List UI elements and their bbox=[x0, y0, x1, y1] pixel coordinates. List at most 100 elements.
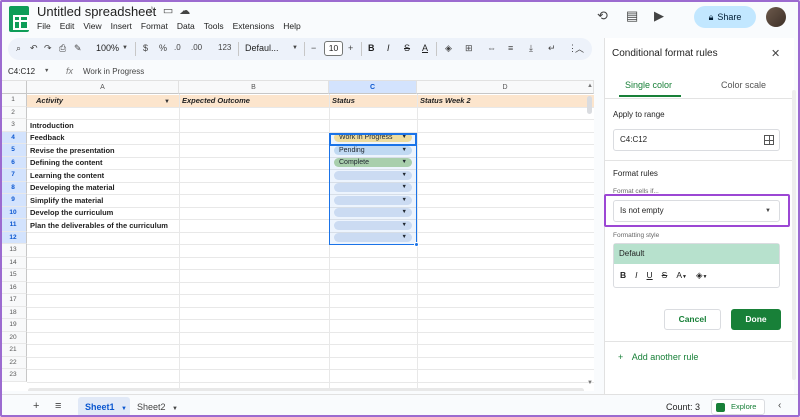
row-header[interactable]: 7 bbox=[0, 169, 27, 182]
tab-sheet1[interactable]: Sheet1 ▼ bbox=[78, 397, 130, 417]
horizontal-align-icon[interactable]: ≡ bbox=[508, 43, 513, 53]
cell-b1[interactable]: Expected Outcome bbox=[179, 95, 250, 108]
range-input[interactable]: C4:C12 bbox=[613, 129, 780, 151]
cell-a4[interactable]: Feedback bbox=[27, 132, 65, 145]
cell-a5[interactable]: Revise the presentation bbox=[27, 145, 115, 158]
cell-a3[interactable]: Introduction bbox=[27, 120, 74, 133]
move-folder-icon[interactable]: ▭ bbox=[163, 5, 179, 17]
row-header[interactable]: 11 bbox=[0, 219, 27, 232]
row-header[interactable]: 8 bbox=[0, 181, 27, 194]
close-icon[interactable]: ✕ bbox=[771, 47, 780, 60]
cell-c1[interactable]: Status bbox=[329, 95, 355, 108]
style-italic-button[interactable]: I bbox=[635, 270, 637, 281]
all-sheets-icon[interactable]: ≡ bbox=[55, 400, 61, 412]
row-header[interactable]: 5 bbox=[0, 144, 27, 157]
menu-file[interactable]: File bbox=[37, 21, 51, 31]
row-header[interactable]: 10 bbox=[0, 206, 27, 219]
column-header-b[interactable]: B bbox=[179, 81, 329, 94]
vertical-scrollbar[interactable] bbox=[587, 96, 592, 114]
style-fill-color-icon[interactable]: ◈▼ bbox=[696, 270, 708, 281]
name-box-chevron-down-icon[interactable]: ▼ bbox=[44, 68, 49, 74]
text-color-button[interactable]: A bbox=[422, 43, 428, 53]
row-header[interactable]: 2 bbox=[0, 106, 27, 119]
avatar[interactable] bbox=[766, 7, 786, 27]
menu-extensions[interactable]: Extensions bbox=[233, 21, 275, 31]
number-format-button[interactable]: 123 bbox=[218, 43, 231, 52]
underline-icon[interactable]: U bbox=[647, 270, 653, 281]
row-header[interactable]: 19 bbox=[0, 319, 27, 332]
share-button[interactable]: 🔒︎ Share bbox=[694, 6, 756, 28]
font-size-input[interactable]: 10 bbox=[324, 41, 343, 56]
row-header[interactable]: 15 bbox=[0, 269, 27, 282]
document-title[interactable]: Untitled spreadsheet bbox=[37, 4, 156, 19]
italic-button[interactable]: I bbox=[387, 43, 390, 53]
text-wrap-icon[interactable]: ↵ bbox=[548, 43, 556, 54]
search-icon[interactable]: ⌕ bbox=[16, 43, 21, 54]
style-text-color-button[interactable]: A▼ bbox=[676, 270, 687, 281]
comments-icon[interactable]: ▤ bbox=[626, 8, 638, 24]
selection-count[interactable]: Count: 3 bbox=[666, 402, 700, 412]
row-header[interactable]: 3 bbox=[0, 119, 27, 132]
column-header-d[interactable]: D bbox=[417, 81, 594, 94]
merge-cells-icon[interactable]: ⇔ bbox=[487, 43, 496, 53]
decrease-decimal-button[interactable]: .0 bbox=[174, 43, 181, 52]
collapse-toolbar-icon[interactable]: ︿ bbox=[575, 42, 584, 55]
tab-sheet2[interactable]: Sheet2 ▼ bbox=[137, 397, 178, 417]
percent-button[interactable]: % bbox=[159, 43, 167, 53]
row-header[interactable]: 16 bbox=[0, 281, 27, 294]
sheets-logo-icon[interactable] bbox=[9, 6, 29, 32]
menu-data[interactable]: Data bbox=[177, 21, 195, 31]
row-header[interactable]: 18 bbox=[0, 306, 27, 319]
select-range-icon[interactable] bbox=[764, 135, 774, 145]
menu-view[interactable]: View bbox=[83, 21, 101, 31]
explore-button[interactable]: Explore bbox=[711, 399, 765, 415]
vertical-align-icon[interactable]: ⤓ bbox=[529, 43, 533, 54]
panel-scrollbar[interactable] bbox=[792, 90, 796, 380]
paint-format-icon[interactable]: ✎ bbox=[74, 43, 82, 54]
row-header[interactable]: 12 bbox=[0, 231, 27, 244]
cloud-status-icon[interactable]: ☁ bbox=[179, 5, 196, 17]
done-button[interactable]: Done bbox=[731, 309, 781, 330]
tab-color-scale[interactable]: Color scale bbox=[721, 80, 766, 90]
zoom-select[interactable]: 100% bbox=[96, 43, 119, 53]
print-icon[interactable]: ⎙ bbox=[59, 43, 66, 54]
side-panel-collapse-icon[interactable]: ‹ bbox=[778, 400, 781, 411]
style-strikethrough-button[interactable]: S bbox=[662, 270, 668, 281]
star-icon[interactable]: ☆ bbox=[147, 5, 163, 17]
cell-d1[interactable]: Status Week 2 bbox=[417, 95, 471, 108]
sheet2-chevron-down-icon[interactable]: ▼ bbox=[172, 406, 178, 412]
style-bold-button[interactable]: B bbox=[620, 270, 626, 281]
borders-icon[interactable]: ⊞ bbox=[465, 43, 473, 54]
scroll-up-icon[interactable]: ▲ bbox=[587, 83, 593, 89]
row-header[interactable]: 22 bbox=[0, 356, 27, 369]
fill-handle[interactable] bbox=[414, 242, 419, 247]
cell-a8[interactable]: Developing the material bbox=[27, 182, 115, 195]
strikethrough-button[interactable]: S bbox=[404, 43, 410, 53]
increase-decimal-button[interactable]: .00 bbox=[191, 43, 202, 52]
undo-icon[interactable]: ↶ bbox=[30, 43, 38, 54]
cancel-button[interactable]: Cancel bbox=[664, 309, 721, 330]
formula-input[interactable]: Work in Progress bbox=[83, 67, 144, 76]
row-header[interactable]: 20 bbox=[0, 331, 27, 344]
menu-help[interactable]: Help bbox=[283, 21, 300, 31]
row-header[interactable]: 14 bbox=[0, 256, 27, 269]
menu-format[interactable]: Format bbox=[141, 21, 168, 31]
row-header[interactable]: 13 bbox=[0, 244, 27, 257]
row-header[interactable]: 9 bbox=[0, 194, 27, 207]
row-header[interactable]: 21 bbox=[0, 344, 27, 357]
row-header[interactable]: 23 bbox=[0, 369, 27, 382]
add-rule-button[interactable]: + Add another rule bbox=[618, 352, 698, 362]
tab-single-color[interactable]: Single color bbox=[625, 80, 672, 90]
horizontal-scrollbar[interactable] bbox=[28, 388, 584, 391]
font-select[interactable]: Defaul... bbox=[245, 43, 279, 53]
row-header[interactable]: 4 bbox=[0, 131, 27, 144]
font-size-increase-icon[interactable]: + bbox=[348, 43, 353, 53]
cell-a11[interactable]: Plan the deliverables of the curriculum bbox=[27, 220, 168, 233]
cell-a1[interactable]: Activity bbox=[33, 95, 63, 108]
bold-button[interactable]: B bbox=[368, 43, 375, 53]
style-preview[interactable]: Default bbox=[614, 244, 779, 264]
column-header-c[interactable]: C bbox=[329, 81, 417, 94]
cell-a10[interactable]: Develop the curriculum bbox=[27, 207, 113, 220]
history-icon[interactable]: ⟲ bbox=[597, 8, 608, 24]
cell-a9[interactable]: Simplify the material bbox=[27, 195, 103, 208]
